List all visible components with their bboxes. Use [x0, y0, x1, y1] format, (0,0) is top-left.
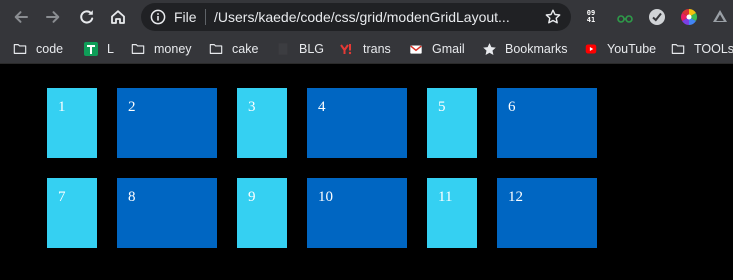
- grid-item-2: 2: [117, 88, 217, 158]
- clock-minutes: 41: [586, 16, 596, 24]
- clock-icon: 09 41: [587, 10, 595, 24]
- grid-item-4: 4: [307, 88, 407, 158]
- grid-item-10: 10: [307, 178, 407, 248]
- star-icon: [481, 41, 497, 57]
- glasses-icon: [617, 15, 633, 23]
- page-content: 1 2 3 4 5 6 7 8 9 10 11 12: [0, 65, 733, 280]
- browser-toolbar: File /Users/kaede/code/css/grid/modenGri…: [0, 0, 733, 34]
- bookmark-label: TOOLs: [694, 42, 733, 56]
- bookmark-youtube[interactable]: YouTube: [583, 40, 656, 58]
- bookmark-label: Bookmarks: [505, 42, 568, 56]
- drive-extension-button[interactable]: [711, 8, 729, 26]
- forward-button[interactable]: [42, 6, 64, 28]
- gmail-icon: [408, 41, 424, 57]
- yahoo-icon: [339, 41, 355, 57]
- green-app-icon: [83, 41, 99, 57]
- grid-item-8: 8: [117, 178, 217, 248]
- url-scheme-label: File: [174, 9, 197, 25]
- grid-item-9: 9: [237, 178, 287, 248]
- url-text[interactable]: /Users/kaede/code/css/grid/modenGridLayo…: [214, 9, 534, 25]
- bookmark-label: BLG: [299, 42, 325, 56]
- bookmark-label: code: [36, 42, 64, 56]
- bookmark-label: YouTube: [607, 42, 657, 56]
- youtube-icon: [583, 41, 599, 57]
- grid-item-1: 1: [47, 88, 97, 158]
- grid-item-3: 3: [237, 88, 287, 158]
- folder-icon: [670, 41, 686, 57]
- folder-icon: [208, 41, 224, 57]
- bookmark-money[interactable]: money: [130, 40, 192, 58]
- reload-button[interactable]: [76, 6, 98, 28]
- grid-item-12: 12: [497, 178, 597, 248]
- reload-icon: [80, 10, 94, 24]
- grid-item-7: 7: [47, 178, 97, 248]
- back-button[interactable]: [10, 6, 32, 28]
- home-icon: [111, 10, 125, 24]
- address-bar[interactable]: File /Users/kaede/code/css/grid/modenGri…: [141, 3, 571, 31]
- home-button[interactable]: [107, 6, 129, 28]
- bookmark-tools[interactable]: TOOLs: [670, 40, 733, 58]
- bookmark-star-icon[interactable]: [544, 8, 562, 26]
- color-wheel-icon: [681, 9, 697, 25]
- bookmark-trans[interactable]: trans: [339, 40, 391, 58]
- grid-item-6: 6: [497, 88, 597, 158]
- arrow-right-icon: [46, 11, 60, 23]
- bookmark-label: cake: [232, 42, 259, 56]
- check-circle-icon: [649, 9, 665, 25]
- bookmark-blg[interactable]: BLG: [275, 40, 324, 58]
- bookmark-label: money: [154, 42, 192, 56]
- folder-icon: [130, 41, 146, 57]
- omnibox-divider: [205, 9, 206, 25]
- glasses-extension-button[interactable]: [616, 8, 634, 26]
- color-extension-button[interactable]: [680, 8, 698, 26]
- grid-item-11: 11: [427, 178, 477, 248]
- bookmark-code[interactable]: code: [12, 40, 63, 58]
- bookmark-cake[interactable]: cake: [208, 40, 258, 58]
- blank-page-icon: [275, 41, 291, 57]
- bookmark-bookmarks[interactable]: Bookmarks: [481, 40, 568, 58]
- folder-icon: [12, 41, 28, 57]
- grid-item-5: 5: [427, 88, 477, 158]
- bookmark-label: L: [107, 42, 114, 56]
- bookmark-label: Gmail: [432, 42, 465, 56]
- drive-triangle-icon: [713, 10, 727, 22]
- check-extension-button[interactable]: [648, 8, 666, 26]
- bookmark-label: trans: [363, 42, 391, 56]
- arrow-left-icon: [14, 11, 28, 23]
- bookmark-gmail[interactable]: Gmail: [408, 40, 465, 58]
- bookmarks-bar: code L money cake BLG trans Gmail Bookma…: [0, 34, 733, 64]
- clock-extension-button[interactable]: 09 41: [582, 8, 600, 26]
- bookmark-l[interactable]: L: [83, 40, 114, 58]
- info-icon[interactable]: [150, 9, 166, 25]
